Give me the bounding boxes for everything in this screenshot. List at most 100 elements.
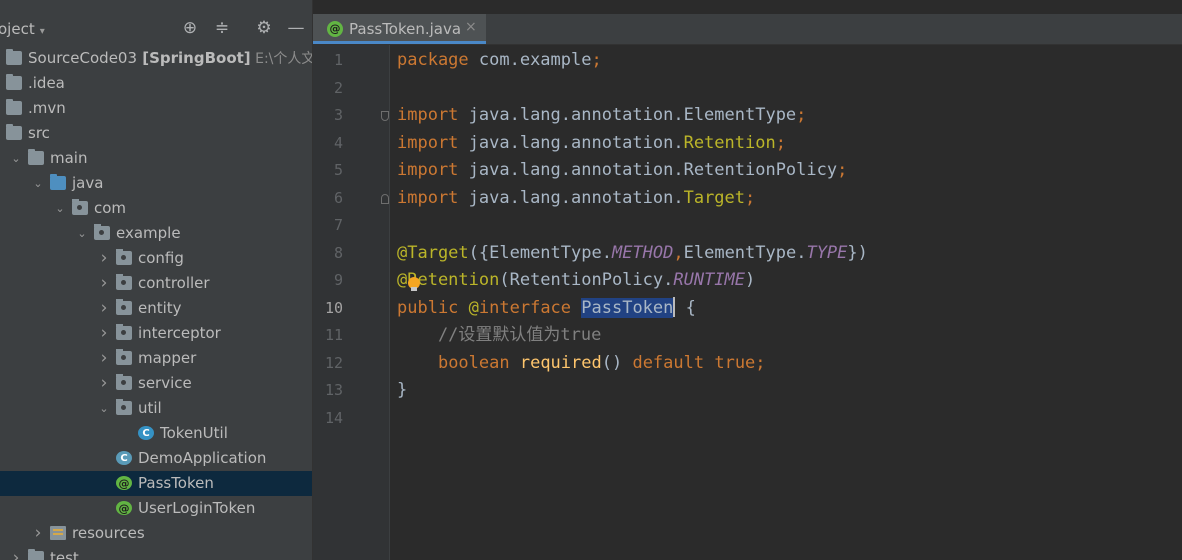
editor-tab-bar: @ PassToken.java × [313,14,1182,45]
chevron-down-icon[interactable]: ⌄ [54,196,66,221]
chevron-down-icon[interactable]: ⌄ [10,146,22,171]
code-line[interactable]: } [397,377,407,404]
code-token: ; [775,132,786,153]
chevron-down-icon[interactable]: ⌄ [76,221,88,246]
chevron-right-icon[interactable]: › [10,546,22,560]
fold-marker-icon[interactable] [381,111,389,121]
tree-item-example[interactable]: ⌄ example [0,221,312,246]
tree-item-label: PassToken [138,474,214,492]
close-icon[interactable]: × [465,19,477,35]
line-number: 8 [333,243,343,262]
chevron-right-icon[interactable]: › [98,296,110,321]
code-token: METHOD [611,242,674,263]
code-line[interactable]: //设置默认值为true [397,322,601,349]
locate-icon[interactable]: ⊕ [180,18,200,38]
code-token: ; [796,105,807,125]
tree-item-sourcecode03[interactable]: SourceCode03 [SpringBoot] E:\个人文件夹\ [0,46,312,71]
chevron-right-icon[interactable]: › [98,271,110,296]
tree-item-mapper[interactable]: › mapper [0,346,312,371]
code-line[interactable]: boolean required() default true; [397,350,766,377]
line-number: 9 [333,271,343,289]
tree-item-test[interactable]: › test [0,546,312,560]
code-token: } [397,380,408,400]
tree-item-label: test [50,549,79,560]
tree-item-interceptor[interactable]: › interceptor [0,321,312,346]
chevron-down-icon[interactable]: ⌄ [98,396,110,421]
chevron-right-icon[interactable]: › [98,371,110,396]
code-token: { [675,297,696,318]
module-path: E:\个人文件夹\ [255,51,313,67]
tree-item-label: resources [72,524,145,542]
lightbulb-icon[interactable] [408,277,420,291]
tree-item-main[interactable]: ⌄ main [0,146,312,171]
code-token: , [673,242,684,263]
tree-item-demoapplication[interactable]: C DemoApplication [0,446,312,471]
code-token: java.lang.annotation.RetentionPolicy [468,160,838,180]
tree-item-label: com [94,199,127,217]
code-token: ) [745,270,756,290]
code-token: java.lang.annotation. [468,187,684,208]
code-line[interactable]: package com.example; [397,47,602,74]
chevron-down-icon[interactable]: ⌄ [32,171,44,196]
tree-item-java[interactable]: ⌄ java [0,171,312,196]
tree-item-util[interactable]: ⌄ util [0,396,312,421]
chevron-right-icon[interactable]: › [98,321,110,346]
code-line[interactable]: import java.lang.annotation.Target; [397,185,755,212]
code-line[interactable]: public @interface PassToken { [397,295,696,322]
chevron-right-icon[interactable]: › [98,246,110,271]
line-number: 6 [333,188,343,207]
tree-item-userlogintoken[interactable]: @ UserLoginToken [0,496,312,521]
tree-item-com[interactable]: ⌄ com [0,196,312,221]
code-line[interactable]: @Retention(RetentionPolicy.RUNTIME) [397,267,755,294]
code-token: ElementType. [683,242,807,263]
tree-item-entity[interactable]: › entity [0,296,312,321]
tree-item-tokenutil[interactable]: C TokenUtil [0,421,312,446]
code-token: boolean [437,352,520,373]
collapse-all-icon[interactable]: ≑ [212,18,232,38]
chevron-right-icon[interactable]: › [98,346,110,371]
package-icon [116,274,132,290]
tree-item-passtoken[interactable]: @ PassToken [0,471,312,496]
line-number: 1 [333,51,343,69]
gear-icon[interactable]: ⚙ [254,18,274,38]
code-line[interactable]: import java.lang.annotation.ElementType; [397,102,806,129]
code-token: @ [468,297,479,318]
package-icon [72,199,88,215]
code-line[interactable]: @Target({ElementType.METHOD,ElementType.… [397,240,868,267]
tree-item-config[interactable]: › config [0,246,312,271]
fold-marker-icon[interactable] [381,193,389,204]
code-token: java.lang.annotation.ElementType [468,105,797,125]
code-line[interactable]: import java.lang.annotation.RetentionPol… [397,157,847,184]
code-token: }) [847,242,868,263]
package-icon [116,299,132,315]
code-token: @Target [397,242,469,263]
tree-item-service[interactable]: › service [0,371,312,396]
tree-item-resources[interactable]: › resources [0,521,312,546]
hide-panel-icon[interactable]: — [286,18,306,38]
code-token: public [397,297,469,318]
code-line[interactable]: import java.lang.annotation.Retention; [397,130,786,157]
tree-item-label: main [50,149,88,167]
tree-item--mvn[interactable]: .mvn [0,96,312,121]
tree-item-controller[interactable]: › controller [0,271,312,296]
annotation-icon: @ [116,501,132,515]
class-icon: C [138,426,154,440]
tree-item-src[interactable]: src [0,121,312,146]
code-token: default [632,352,715,373]
package-icon [116,249,132,265]
tree-item--idea[interactable]: .idea [0,71,312,96]
project-panel-header: oject ⊕ ≑ ⚙ — [0,14,312,44]
tree-item-label: entity [138,299,182,317]
project-view-selector[interactable]: oject [0,20,45,38]
code-token: java.lang.annotation. [468,132,684,153]
folder-icon [6,124,22,140]
tree-item-label: .idea [28,74,65,92]
code-token: ; [837,160,848,180]
tree-item-label: TokenUtil [160,424,228,442]
code-token: package [397,50,479,70]
tree-item-label: util [138,399,162,417]
package-icon [116,349,132,365]
chevron-right-icon[interactable]: › [32,521,44,546]
tab-passtoken-java[interactable]: @ PassToken.java × [313,14,486,44]
